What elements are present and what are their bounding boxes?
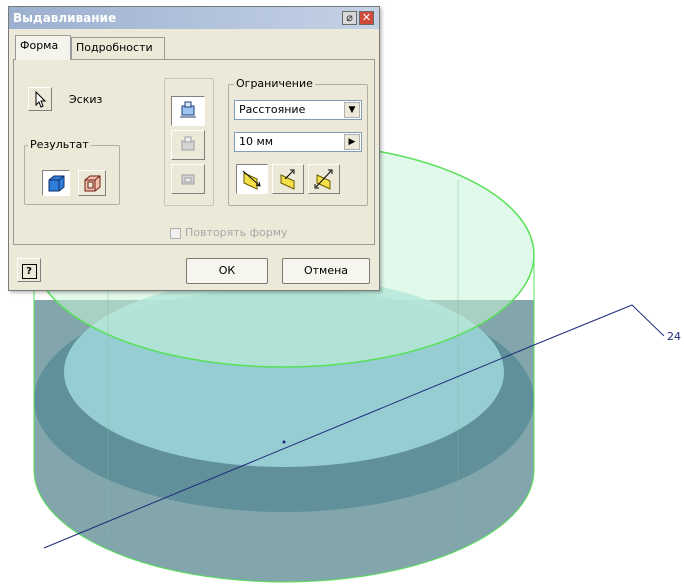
cut-icon (181, 136, 195, 151)
center-point (282, 440, 286, 444)
chevron-down-icon[interactable]: ▼ (344, 102, 360, 118)
direction-symmetric-icon (314, 169, 333, 190)
help-icon: ? (21, 264, 37, 279)
sketch-label: Эскиз (69, 93, 103, 106)
distance-value: 10 мм (239, 135, 274, 148)
dialog-titlebar[interactable]: Выдавливание (9, 7, 379, 29)
surface-result-button[interactable] (78, 170, 106, 196)
help-button[interactable]: ? (17, 258, 41, 282)
dimension-value[interactable]: 24 (667, 330, 681, 343)
surface-cube-icon (84, 175, 101, 192)
direction-forward-icon (242, 170, 261, 190)
direction-1-button[interactable] (236, 164, 268, 194)
chevron-right-icon[interactable]: ▶ (344, 134, 360, 150)
limit-group-title: Ограничение (234, 77, 315, 90)
join-icon (180, 101, 196, 118)
extrude-dialog: Выдавливание ⌀ ✕ Форма Подробности Эскиз… (8, 6, 380, 291)
dialog-title: Выдавливание (13, 11, 117, 25)
solid-result-button[interactable] (42, 170, 70, 196)
extent-select[interactable]: Расстояние ▼ (234, 100, 362, 120)
close-icon[interactable]: ✕ (359, 11, 374, 25)
repeat-shape-checkbox[interactable] (170, 228, 181, 239)
direction-2-button[interactable] (272, 164, 304, 194)
cut-operation-button[interactable] (171, 130, 205, 160)
cursor-arrow-icon (35, 90, 47, 108)
cancel-button[interactable]: Отмена (282, 258, 370, 284)
symmetric-direction-button[interactable] (308, 164, 340, 194)
tab-details[interactable]: Подробности (71, 37, 165, 59)
tab-shape[interactable]: Форма (15, 35, 71, 60)
result-group-title: Результат (28, 138, 91, 151)
distance-input[interactable]: 10 мм ▶ (234, 132, 362, 152)
tab-panel-shape: Эскиз Результат Ограничение Расстояние ▼… (13, 59, 375, 245)
pin-icon[interactable]: ⌀ (342, 11, 357, 25)
direction-reverse-icon (280, 169, 295, 190)
ok-button[interactable]: ОК (186, 258, 268, 284)
repeat-shape-label: Повторять форму (185, 226, 288, 239)
extent-select-value: Расстояние (239, 103, 306, 116)
solid-cube-icon (48, 175, 65, 192)
intersect-icon (181, 174, 195, 185)
intersect-operation-button[interactable] (171, 164, 205, 194)
join-operation-button[interactable] (171, 96, 205, 126)
sketch-select-button[interactable] (28, 87, 52, 111)
